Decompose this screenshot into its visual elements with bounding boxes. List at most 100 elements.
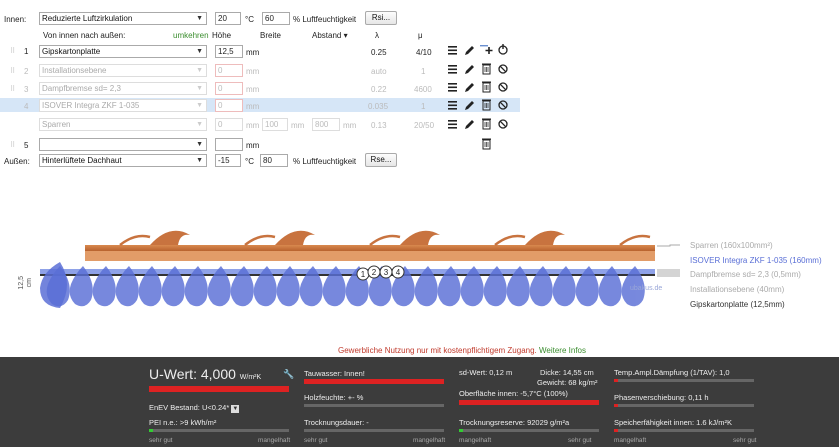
- outside-humidity-input[interactable]: 80: [260, 154, 288, 167]
- row-action-icons: [448, 44, 508, 150]
- roof-tiles: [150, 230, 565, 245]
- uwert-display: U-Wert: 4,000 W/m²K: [149, 366, 261, 386]
- temp-amp-label: Temp.Ampl.Dämpfung (1/TAV): 1,0: [614, 368, 730, 377]
- pei-label: PEI n.e.: >9 kWh/m²: [149, 418, 217, 427]
- layer-mu: 1: [421, 102, 426, 111]
- pencil-icon: [465, 101, 474, 110]
- chevron-down-icon: ▼: [196, 102, 203, 109]
- uwert-value: 4,000: [200, 366, 236, 382]
- oberflaeche-label: Oberfläche innen: -5,7°C (100%): [459, 389, 568, 398]
- commercial-notice: Gewerbliche Nutzung nur mit kostenpflich…: [338, 346, 586, 356]
- chevron-down-icon: ▼: [196, 85, 203, 92]
- results-panel: U-Wert: 4,000 W/m²K 🔧 EnEV Bestand: U<0.…: [0, 357, 839, 447]
- rafter-material-value: Sparren: [42, 120, 71, 129]
- inside-humidity-input[interactable]: 60: [262, 12, 290, 25]
- layer-height-input[interactable]: 0: [215, 99, 243, 112]
- disable-icon: [498, 64, 508, 74]
- speicher-bar: [614, 429, 754, 432]
- layer-height-input[interactable]: 0: [215, 64, 243, 77]
- outside-temp-input[interactable]: -15: [215, 154, 241, 167]
- layer-lambda: auto: [371, 67, 387, 76]
- inside-humidity-label: % Luftfeuchtigkeit: [293, 15, 357, 24]
- scale-good: sehr gut: [149, 437, 173, 444]
- layer-material-select[interactable]: ▼: [39, 138, 207, 151]
- layer-material-select[interactable]: Installationsebene ▼: [39, 64, 207, 77]
- layer-height-input[interactable]: [215, 138, 243, 151]
- temp-amp-bar: [614, 379, 754, 382]
- reverse-link[interactable]: umkehren: [173, 31, 209, 41]
- disable-icon: [498, 82, 508, 92]
- inside-climate-select[interactable]: Reduzierte Luftzirkulation ▼: [39, 12, 207, 25]
- drag-handle-icon[interactable]: ⠿: [10, 141, 15, 151]
- scale-unit: cm: [26, 278, 33, 288]
- layer-height-unit: mm: [246, 85, 260, 94]
- drag-handle-icon[interactable]: ⠿: [10, 47, 15, 57]
- pei-bar: [149, 429, 289, 432]
- inside-label: Innen:: [4, 15, 27, 24]
- trash-icon: [482, 63, 491, 75]
- outside-climate-select[interactable]: Hinterlüftete Dachhaut ▼: [39, 154, 207, 167]
- ubakus-calculator: Innen: Reduzierte Luftzirkulation ▼ 20 °C…: [0, 0, 839, 447]
- layer-material-select[interactable]: Dampfbremse sd= 2,3 ▼: [39, 82, 207, 95]
- scale-bad: mangelhaft: [459, 437, 492, 444]
- scale-bad: mangelhaft: [258, 437, 291, 444]
- rsi-button[interactable]: Rsi...: [365, 11, 397, 25]
- outside-humidity-label: % Luftfeuchtigkeit: [293, 157, 357, 166]
- drag-handle-icon[interactable]: ⠿: [10, 85, 15, 95]
- inside-temp-unit: °C: [245, 15, 254, 24]
- scale-bad: mangelhaft: [413, 437, 446, 444]
- legend-sparren: Sparren (160x100mm²): [690, 241, 773, 250]
- menu-icon: [448, 120, 457, 129]
- menu-icon: [448, 65, 457, 74]
- rse-button[interactable]: Rse...: [365, 153, 397, 167]
- pencil-icon: [465, 46, 474, 55]
- layer-height-input[interactable]: 12,5: [215, 45, 243, 58]
- scale-good: sehr gut: [568, 437, 592, 444]
- outside-temp-unit: °C: [245, 157, 254, 166]
- legend-gypsum: Gipskartonplatte (12,5mm): [690, 300, 785, 309]
- trocknungsreserve-bar: [459, 429, 599, 432]
- col-spacing[interactable]: Abstand ▾: [312, 31, 348, 41]
- layer-num: 1: [24, 47, 29, 56]
- layer-mu: 4/10: [416, 48, 432, 57]
- layer-material-select[interactable]: Gipskartonplatte ▼: [39, 45, 207, 58]
- holzfeuchte-bar: [304, 404, 444, 407]
- wrench-icon[interactable]: 🔧: [283, 369, 294, 380]
- trash-icon: [482, 138, 491, 150]
- roof-layer: [85, 245, 655, 251]
- more-info-link[interactable]: Weitere Infos: [539, 346, 586, 355]
- dropdown-icon[interactable]: ▼: [231, 405, 240, 413]
- chevron-down-icon: ▼: [196, 157, 203, 164]
- col-lambda: λ: [375, 31, 379, 40]
- layer-material-select[interactable]: ISOVER Integra ZKF 1-035 ▼: [39, 99, 207, 112]
- trocknungsreserve-fill: [459, 429, 463, 432]
- layer-mu: 4600: [414, 85, 432, 94]
- chevron-down-icon: ▼: [196, 67, 203, 74]
- layer-height-unit: mm: [246, 141, 260, 150]
- rafter-spacing-input[interactable]: 800: [312, 118, 340, 131]
- trocknungsdauer-label: Trocknungsdauer: -: [304, 418, 369, 427]
- layer-mu: 1: [421, 67, 426, 76]
- uwert-unit: W/m²K: [239, 374, 262, 381]
- menu-icon: [448, 83, 457, 92]
- layer-height-input[interactable]: 0: [215, 82, 243, 95]
- layer-lambda: 0.035: [368, 102, 389, 111]
- rafter-material-select[interactable]: Sparren ▼: [39, 118, 207, 131]
- uwert-label: U-Wert:: [149, 366, 197, 382]
- rafter-width-unit: mm: [291, 121, 305, 130]
- rafter-height-input[interactable]: 0: [215, 118, 243, 131]
- rafter-width-input[interactable]: 100: [262, 118, 288, 131]
- layer-material-value: Installationsebene: [42, 66, 107, 75]
- trocknungsdauer-bar: [304, 429, 444, 432]
- menu-icon: [448, 101, 457, 110]
- drag-handle-icon[interactable]: ⠿: [10, 67, 15, 77]
- dicke-label: Dicke: 14,55 cm: [540, 368, 594, 377]
- inside-climate-value: Reduzierte Luftzirkulation: [42, 14, 133, 23]
- inside-temp-input[interactable]: 20: [215, 12, 241, 25]
- layer-material-value: ISOVER Integra ZKF 1-035: [42, 101, 140, 110]
- holzfeuchte-label: Holzfeuchte: +- %: [304, 393, 364, 402]
- sd-wert-label: sd-Wert: 0,12 m: [459, 368, 513, 377]
- pencil-icon: [465, 65, 474, 74]
- tauwasser-label: Tauwasser: Innen!: [304, 369, 365, 378]
- marker-4: 4: [396, 268, 401, 277]
